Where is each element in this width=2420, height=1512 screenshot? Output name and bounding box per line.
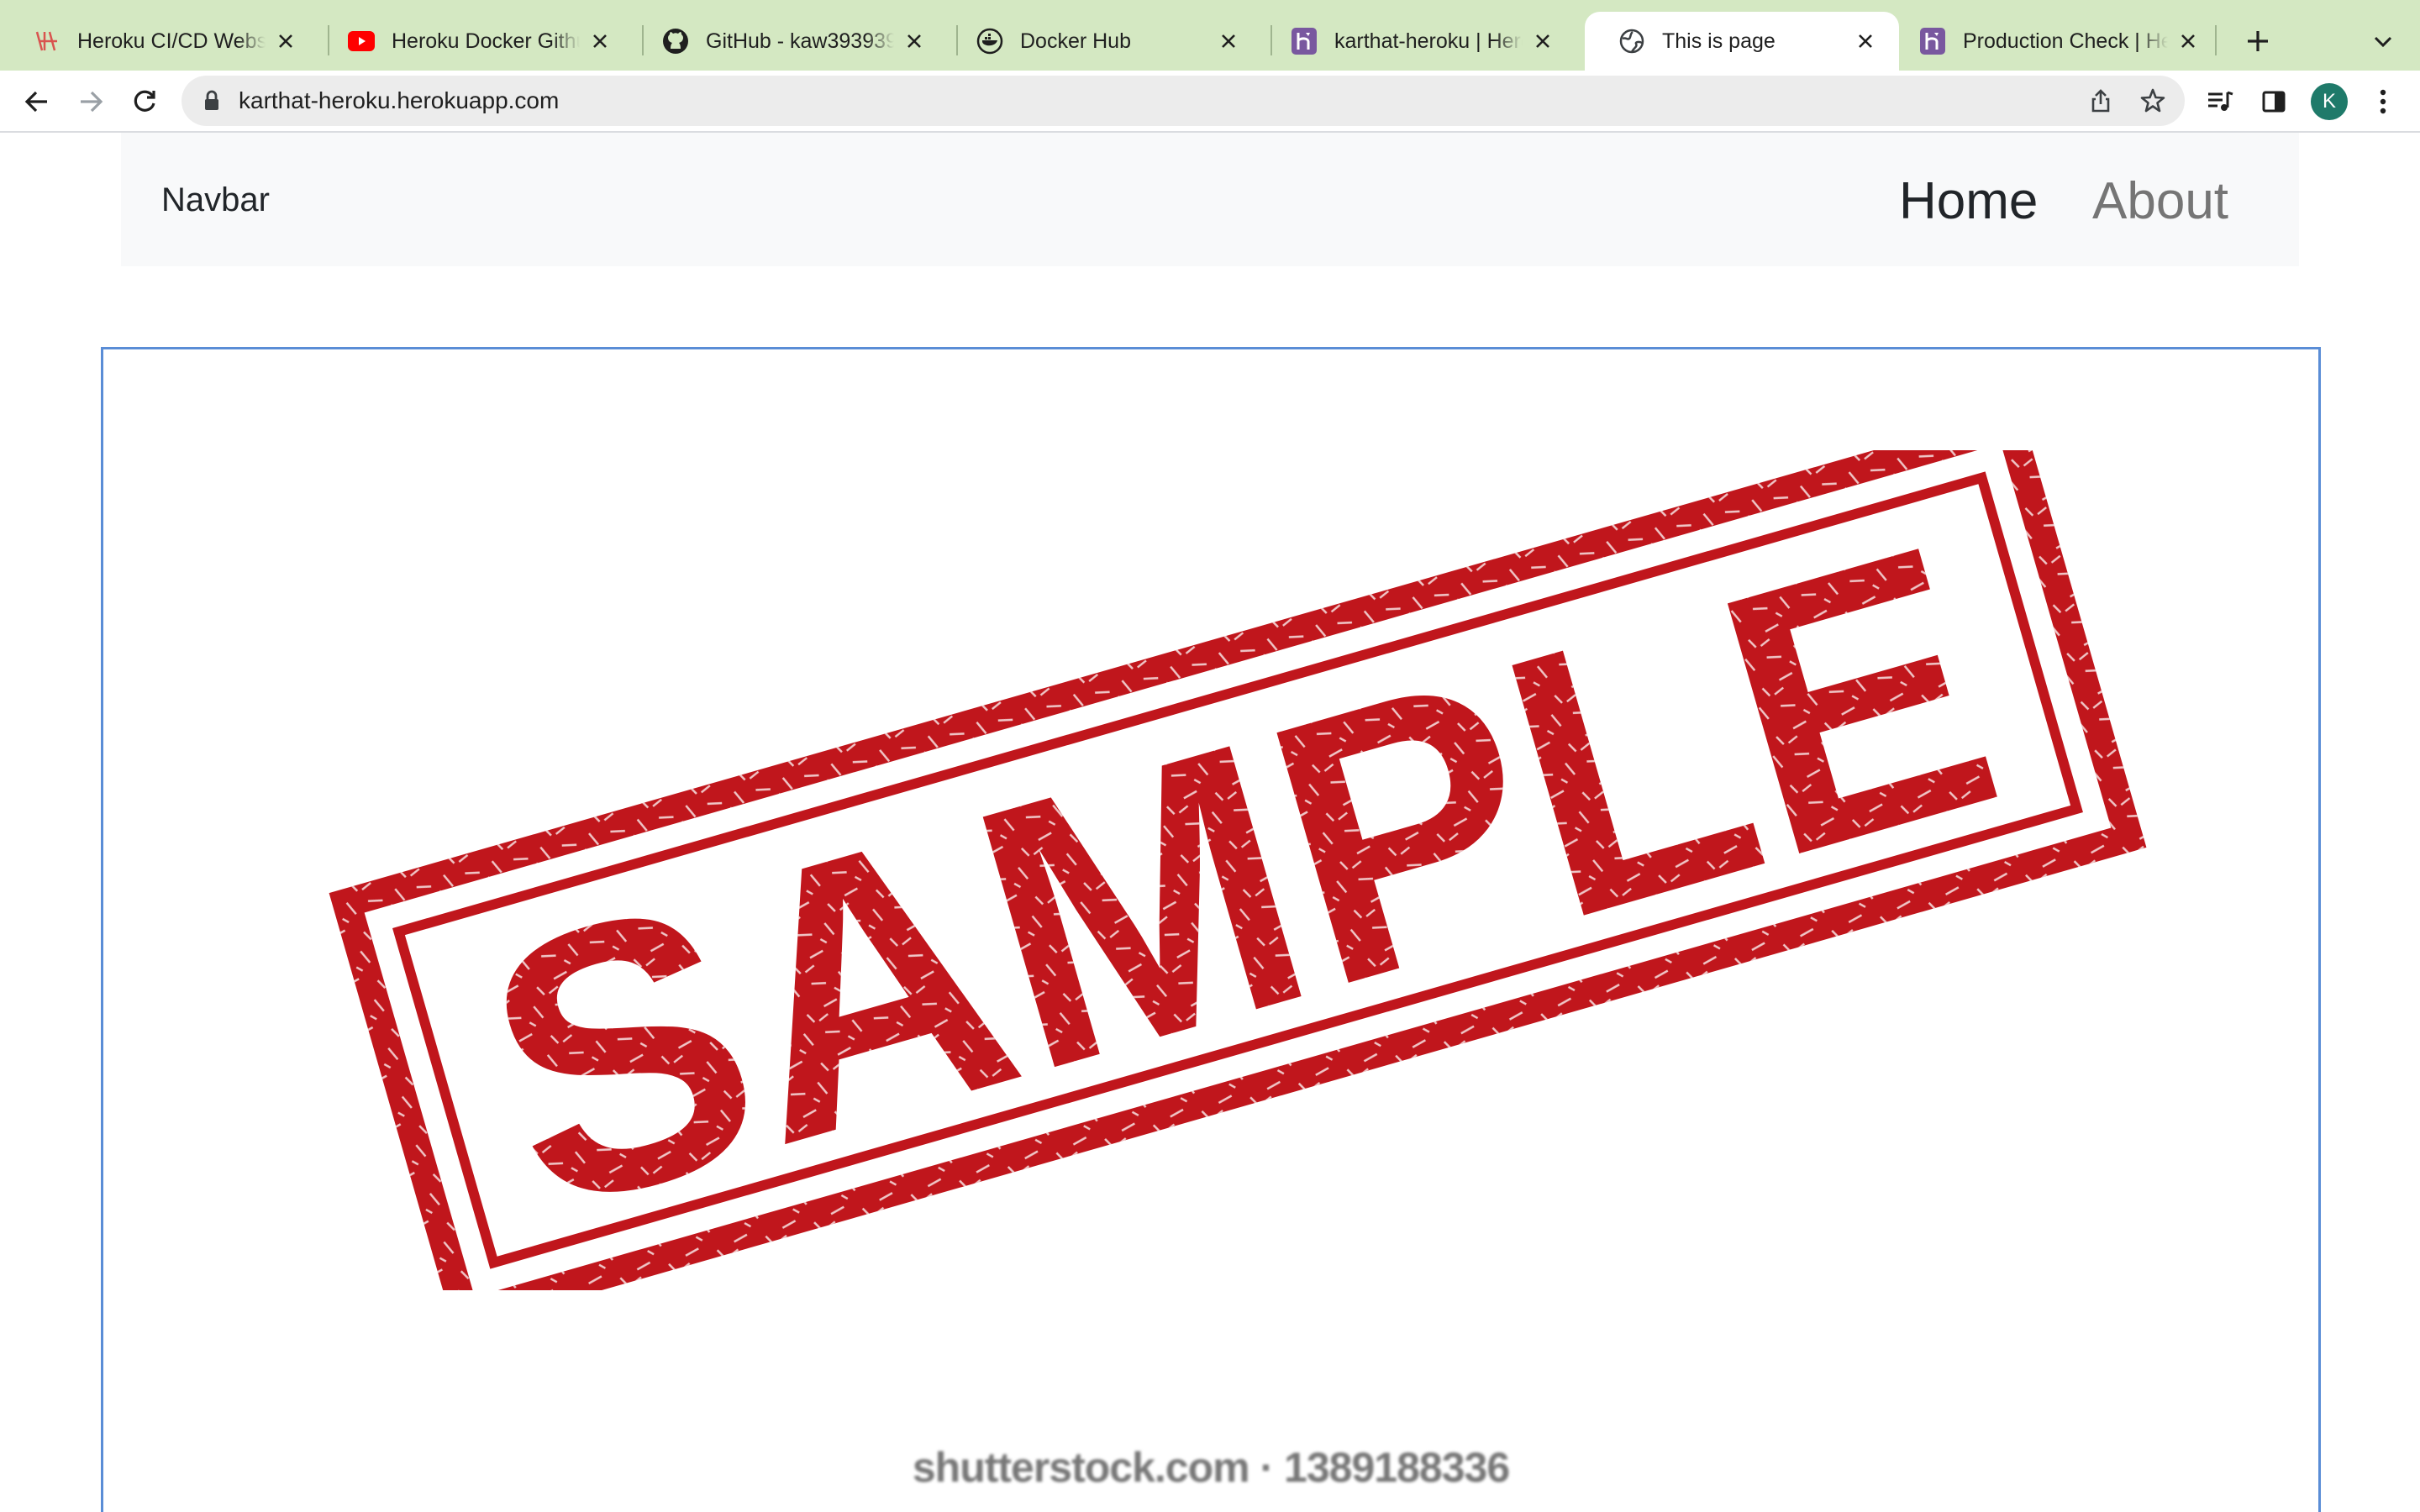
close-icon[interactable] xyxy=(901,28,928,55)
close-icon[interactable] xyxy=(587,28,613,55)
youtube-icon xyxy=(348,28,375,55)
tab-title: Production Check | Heroku xyxy=(1963,29,2168,53)
red-logo-icon xyxy=(34,28,60,55)
tab-title: This is page xyxy=(1662,29,1776,53)
new-tab-button[interactable] xyxy=(2237,20,2279,62)
svg-text:SAMPLE: SAMPLE xyxy=(447,465,2033,1290)
tab-search-button[interactable] xyxy=(2365,24,2402,60)
docker-icon xyxy=(976,28,1003,55)
tab-heroku-docker-github[interactable]: Heroku Docker Github xyxy=(314,12,634,71)
tab-title: Heroku CI/CD Website xyxy=(77,29,266,53)
bookmark-star-icon[interactable] xyxy=(2136,84,2170,118)
heroku-icon xyxy=(1919,28,1946,55)
nav-link-home[interactable]: Home xyxy=(1899,171,2038,231)
watermark-text: shutterstock.com · 1389188336 xyxy=(912,1444,1510,1491)
sample-image: SAMPLE SAMPLE shutterstock.com · 1389188… xyxy=(101,347,2321,1512)
tab-karthat-heroku[interactable]: karthat-heroku | Heroku xyxy=(1257,12,1576,71)
side-panel-button[interactable] xyxy=(2254,81,2294,122)
url-text[interactable]: karthat-heroku.herokuapp.com xyxy=(239,87,559,114)
arrow-left-icon xyxy=(24,91,47,113)
tab-heroku-cicd[interactable]: Heroku CI/CD Website xyxy=(0,12,319,71)
heroku-icon xyxy=(1291,28,1318,55)
close-icon[interactable] xyxy=(2175,28,2202,55)
tab-title: GitHub - kaw393939/ xyxy=(706,29,894,53)
plus-icon xyxy=(2248,31,2268,51)
close-icon[interactable] xyxy=(272,28,299,55)
navbar-brand[interactable]: Navbar xyxy=(161,181,270,219)
media-controls-button[interactable] xyxy=(2200,81,2240,122)
address-bar[interactable]: karthat-heroku.herokuapp.com xyxy=(182,76,2185,126)
tab-title: karthat-heroku | Heroku xyxy=(1334,29,1523,53)
share-icon[interactable] xyxy=(2084,84,2118,118)
nav-link-about[interactable]: About xyxy=(2092,171,2228,231)
chevron-down-icon xyxy=(2374,36,2392,48)
reload-button[interactable] xyxy=(124,81,165,122)
browser-toolbar: karthat-heroku.herokuapp.com K xyxy=(0,71,2420,133)
tab-separator xyxy=(2215,25,2217,55)
close-icon[interactable] xyxy=(1215,28,1242,55)
sample-stamp-graphic: SAMPLE SAMPLE xyxy=(329,450,2147,1290)
more-vertical-icon xyxy=(2380,89,2386,114)
reload-icon xyxy=(134,90,155,112)
tab-title: Heroku Docker Github xyxy=(392,29,580,53)
tab-strip: Heroku CI/CD Website Heroku Docker Githu… xyxy=(0,0,2420,71)
tab-this-is-page[interactable]: This is page xyxy=(1585,12,1899,71)
globe-icon xyxy=(1618,28,1645,55)
tab-title: Docker Hub xyxy=(1020,29,1131,53)
close-icon[interactable] xyxy=(1529,28,1556,55)
navbar: Navbar Home About xyxy=(121,133,2299,266)
menu-button[interactable] xyxy=(2363,81,2403,122)
lock-icon[interactable] xyxy=(200,89,224,113)
arrow-right-icon xyxy=(81,91,103,113)
playlist-icon xyxy=(2208,91,2233,111)
github-icon xyxy=(662,28,689,55)
close-icon[interactable] xyxy=(1852,28,1879,55)
side-panel-icon xyxy=(2262,91,2286,113)
tab-docker-hub[interactable]: Docker Hub xyxy=(943,12,1262,71)
profile-avatar[interactable]: K xyxy=(2311,83,2348,120)
forward-button[interactable] xyxy=(71,81,111,122)
back-button[interactable] xyxy=(17,81,57,122)
tab-production-check[interactable]: Production Check | Heroku xyxy=(1886,12,2222,71)
tab-github-kaw393939[interactable]: GitHub - kaw393939/ xyxy=(629,12,948,71)
